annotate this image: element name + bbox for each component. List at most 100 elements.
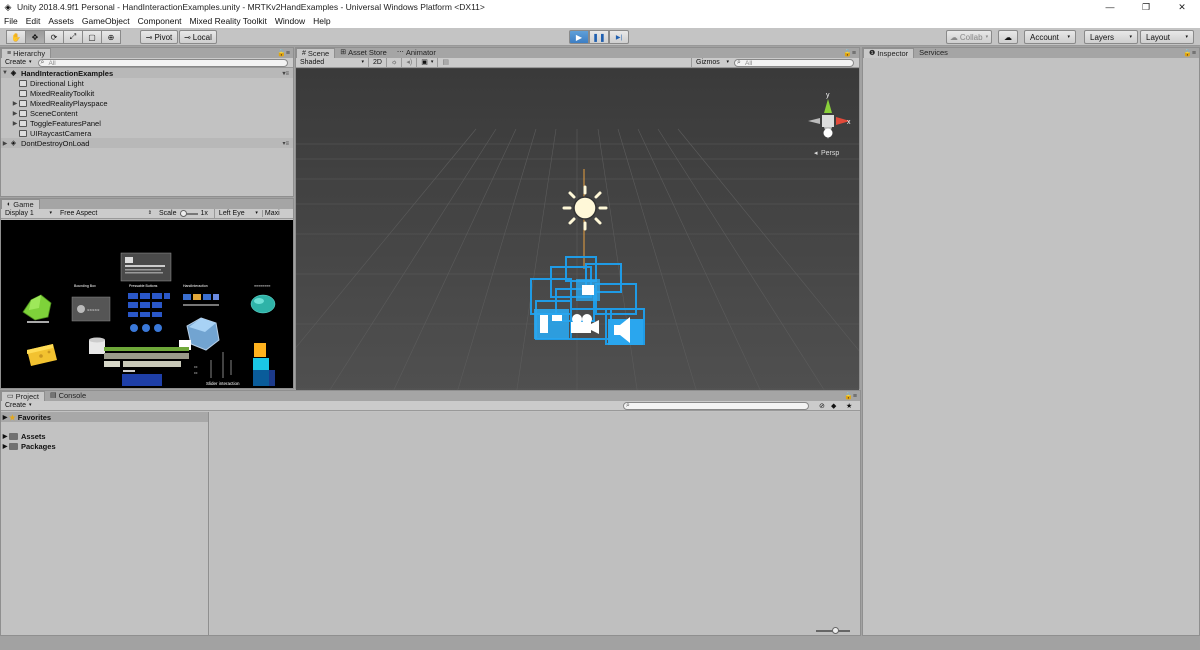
animator-icon: ⋯ xyxy=(396,49,404,56)
menu-window[interactable]: Window xyxy=(275,16,305,26)
bounding-box-label: Bounding Box xyxy=(74,284,96,288)
cloud-icon[interactable]: ☁ xyxy=(998,30,1018,44)
folder-row-packages[interactable]: ▶ Packages xyxy=(1,441,208,451)
scene-viewport[interactable]: y x ◂ Persp xyxy=(296,69,859,396)
unity-logo-icon: ◈ xyxy=(4,1,12,12)
move-tool-icon[interactable]: ✥ xyxy=(25,30,45,44)
step-button[interactable]: ▶| xyxy=(609,30,629,44)
panel-lock-icon[interactable]: 🔒≡ xyxy=(1183,49,1196,57)
tab-hierarchy[interactable]: ≡ Hierarchy xyxy=(1,48,52,58)
maximize-on-play-toggle[interactable]: Maxi xyxy=(261,210,280,217)
tab-inspector[interactable]: ❶ Inspector xyxy=(863,48,915,58)
menu-file[interactable]: File xyxy=(4,16,18,26)
zoom-slider-handle[interactable] xyxy=(832,627,839,634)
main-toolbar: ✋ ✥ ⟳ ⤢ ▢ ⊕ ⊸ Pivot ⊸ Local ▶ ❚❚ ▶| ☁ Co… xyxy=(0,28,1200,46)
rect-tool-icon[interactable]: ▢ xyxy=(82,30,102,44)
layout-dropdown[interactable]: Layout ▾ xyxy=(1140,30,1194,44)
rotate-tool-icon[interactable]: ⟳ xyxy=(44,30,64,44)
game-tabs: ◐ Game xyxy=(1,199,293,209)
layers-dropdown[interactable]: Layers ▾ xyxy=(1084,30,1138,44)
aspect-dropdown[interactable]: Free Aspect ⇕ xyxy=(56,209,156,218)
tab-asset-store[interactable]: ⊞ Asset Store xyxy=(335,48,392,58)
hierarchy-item[interactable]: Directional Light xyxy=(1,78,293,88)
hierarchy-item[interactable]: ▶ MixedRealityPlayspace xyxy=(1,98,293,108)
hierarchy-toolbar: Create ▾ All xyxy=(1,58,293,68)
chevron-down-icon: ▾ xyxy=(1067,34,1070,40)
2d-toggle[interactable]: 2D xyxy=(368,58,386,67)
context-menu-icon[interactable]: ▾≡ xyxy=(282,140,289,147)
collab-button[interactable]: ☁ Collab ▾ xyxy=(946,30,992,44)
fold-closed-icon[interactable]: ▶ xyxy=(1,140,9,147)
hierarchy-item[interactable]: MixedRealityToolkit xyxy=(1,88,293,98)
light-icon[interactable]: ☼ xyxy=(385,58,401,67)
project-search-input[interactable] xyxy=(623,402,809,410)
favorites-row[interactable]: ▶ ★ Favorites xyxy=(1,412,208,422)
hierarchy-search-input[interactable]: All xyxy=(37,58,288,67)
close-button[interactable]: ✕ xyxy=(1164,0,1200,14)
gizmos-dropdown[interactable]: Gizmos ▾ xyxy=(691,58,733,67)
transform-tool-icon[interactable]: ⊕ xyxy=(101,30,121,44)
audio-icon[interactable]: ◂) xyxy=(401,58,416,67)
menu-component[interactable]: Component xyxy=(138,16,182,26)
fold-icon[interactable]: ▶ xyxy=(11,110,19,117)
tab-project[interactable]: ▭ Project xyxy=(1,391,45,401)
menu-edit[interactable]: Edit xyxy=(26,16,41,26)
tab-game[interactable]: ◐ Game xyxy=(1,199,40,209)
game-viewport[interactable]: Bounding Box ≋≋≋≋≋ Pressable Buttons Han… xyxy=(1,220,293,388)
menu-gameobject[interactable]: GameObject xyxy=(82,16,130,26)
local-toggle[interactable]: ⊸ Local xyxy=(179,30,217,44)
fold-icon[interactable]: ▶ xyxy=(11,100,19,107)
scene-row[interactable]: ▼ ◈ HandInteractionExamples ▾≡ xyxy=(1,68,293,78)
tab-console[interactable]: ▤ Console xyxy=(45,391,91,401)
hierarchy-item[interactable]: UIRaycastCamera xyxy=(1,128,293,138)
display-dropdown[interactable]: Display 1 ▾ xyxy=(1,209,56,218)
hand-tool-icon[interactable]: ✋ xyxy=(6,30,26,44)
hierarchy-tab-label: Hierarchy xyxy=(13,48,46,58)
scale-tool-icon[interactable]: ⤢ xyxy=(63,30,83,44)
filter-by-label-icon[interactable]: ◆ xyxy=(831,402,836,410)
fold-icon[interactable]: ▶ xyxy=(11,120,19,127)
pivot-toggle[interactable]: ⊸ Pivot xyxy=(140,30,178,44)
shading-mode-dropdown[interactable]: Shaded ▾ xyxy=(296,58,368,67)
tab-scene[interactable]: # Scene xyxy=(296,48,336,58)
menu-mrtk[interactable]: Mixed Reality Toolkit xyxy=(190,16,267,26)
zoom-slider[interactable] xyxy=(816,627,850,634)
fold-closed-icon[interactable]: ▶ xyxy=(1,443,9,450)
hierarchy-create-dropdown[interactable]: Create ▾ xyxy=(1,58,36,67)
panel-lock-icon[interactable]: 🔒≡ xyxy=(844,392,857,400)
scale-slider-handle[interactable] xyxy=(179,209,187,217)
eye-label: Left Eye xyxy=(218,210,245,217)
fold-closed-icon[interactable]: ▶ xyxy=(1,414,9,421)
unity-scene-icon: ◈ xyxy=(10,70,17,77)
filter-by-type-icon[interactable]: ⊘ xyxy=(819,402,825,410)
account-dropdown[interactable]: Account ▾ xyxy=(1024,30,1076,44)
effects-icon[interactable]: ▣ ▾ xyxy=(416,58,437,67)
chevron-down-icon: ▾ xyxy=(1129,34,1132,40)
scene-search-input[interactable]: All xyxy=(734,59,854,67)
panel-lock-icon[interactable]: 🔒≡ xyxy=(277,49,290,57)
menu-help[interactable]: Help xyxy=(313,16,330,26)
fold-closed-icon[interactable]: ▶ xyxy=(1,433,9,440)
project-create-dropdown[interactable]: Create ▾ xyxy=(1,401,36,410)
maximize-button[interactable]: ❐ xyxy=(1128,0,1164,14)
play-button[interactable]: ▶ xyxy=(569,30,589,44)
minimize-button[interactable]: — xyxy=(1092,0,1128,14)
project-content-area[interactable] xyxy=(210,412,860,635)
favorite-star-icon[interactable]: ★ xyxy=(846,402,852,410)
fold-open-icon[interactable]: ▼ xyxy=(1,70,9,76)
tab-animator[interactable]: ⋯ Animator xyxy=(392,48,441,58)
hierarchy-item[interactable]: ▶ SceneContent xyxy=(1,108,293,118)
tab-services[interactable]: Services xyxy=(914,48,953,58)
eye-dropdown[interactable]: Left Eye ▾ xyxy=(213,209,262,218)
menu-assets[interactable]: Assets xyxy=(48,16,74,26)
folder-row-assets[interactable]: ▶ Assets xyxy=(1,431,208,441)
pause-button[interactable]: ❚❚ xyxy=(589,30,609,44)
hierarchy-item[interactable]: ▶ ToggleFeaturesPanel xyxy=(1,118,293,128)
dontdestroy-row[interactable]: ▶ ◈ DontDestroyOnLoad ▾≡ xyxy=(1,138,293,148)
scene-visibility-icon[interactable]: ▤ xyxy=(437,58,453,67)
scale-slider[interactable] xyxy=(179,209,198,217)
panel-lock-icon[interactable]: 🔒≡ xyxy=(843,49,856,57)
asset-store-tab-label: Asset Store xyxy=(348,48,387,57)
context-menu-icon[interactable]: ▾≡ xyxy=(282,70,289,77)
pivot-icon: ⊸ xyxy=(145,32,153,42)
